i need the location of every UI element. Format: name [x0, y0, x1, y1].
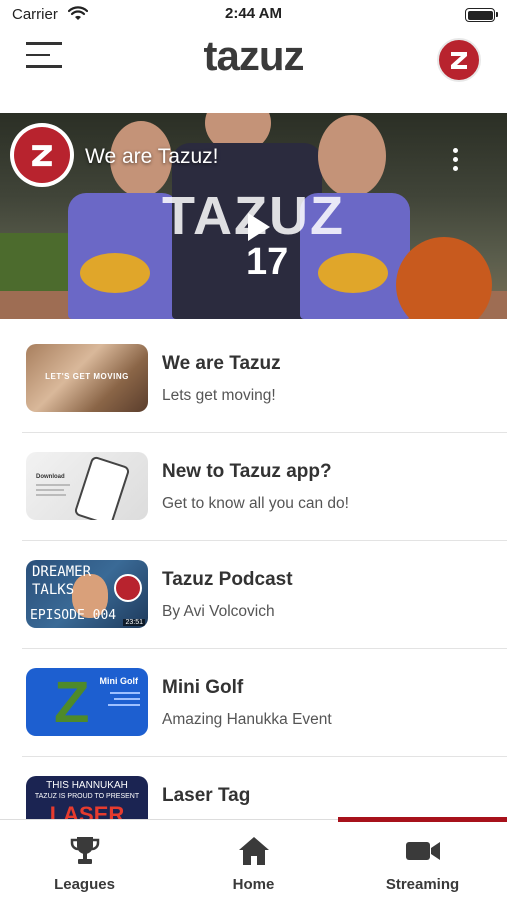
status-bar: Carrier 2:44 AM [0, 0, 507, 30]
list-item-subtitle: Lets get moving! [162, 387, 276, 404]
video-thumbnail: LET'S GET MOVING [26, 344, 148, 412]
play-icon[interactable] [234, 205, 278, 249]
tab-label: Home [232, 876, 275, 893]
tab-label: Streaming [385, 876, 460, 893]
list-item-title: Tazuz Podcast [162, 569, 293, 590]
list-item[interactable]: Download New to Tazuz app? Get to know a… [22, 433, 507, 541]
list-item-title: New to Tazuz app? [162, 461, 332, 482]
tab-home[interactable]: Home [169, 820, 338, 900]
app-logo: tazuz [203, 32, 305, 79]
bottom-tab-bar: Leagues Home Streaming [0, 817, 507, 900]
featured-video-player[interactable]: 17 TAZUZ We are Tazuz! [0, 113, 507, 319]
video-list: LET'S GET MOVING We are Tazuz Lets get m… [22, 325, 507, 819]
list-item[interactable]: LET'S GET MOVING We are Tazuz Lets get m… [22, 325, 507, 433]
profile-avatar-button[interactable] [437, 38, 481, 82]
list-item[interactable]: THIS HANNUKAH TAZUZ IS PROUD TO PRESENT … [22, 757, 507, 819]
list-item-title: We are Tazuz [162, 353, 281, 374]
list-item-subtitle: Amazing Hanukka Event [162, 711, 332, 728]
channel-avatar[interactable] [10, 123, 74, 187]
list-item-subtitle: Get to know all you can do! [162, 495, 349, 512]
list-item-title: Mini Golf [162, 677, 244, 698]
video-camera-icon [405, 842, 440, 860]
list-item[interactable]: Z Mini Golf Mini Golf Amazing Hanukka Ev… [22, 649, 507, 757]
video-thumbnail: THIS HANNUKAH TAZUZ IS PROUD TO PRESENT … [26, 776, 148, 819]
trophy-icon [70, 837, 99, 864]
tazuz-z-icon [32, 145, 52, 167]
video-thumbnail: DREAMER TALKS EPISODE 004 23:51 [26, 560, 148, 628]
tazuz-z-icon [451, 52, 467, 69]
home-icon [238, 837, 269, 865]
tab-leagues[interactable]: Leagues [0, 820, 169, 900]
video-thumbnail: Z Mini Golf [26, 668, 148, 736]
video-title: We are Tazuz! [85, 145, 219, 168]
list-item-subtitle: By Avi Volcovich [162, 603, 275, 620]
tab-label: Leagues [54, 876, 115, 893]
list-item-title: Laser Tag [162, 785, 251, 806]
clock: 2:44 AM [225, 5, 282, 22]
video-thumbnail: Download [26, 452, 148, 520]
list-item[interactable]: DREAMER TALKS EPISODE 004 23:51 Tazuz Po… [22, 541, 507, 649]
tab-streaming[interactable]: Streaming [338, 820, 507, 900]
more-options-icon[interactable] [453, 148, 459, 175]
app-header: tazuz [0, 30, 507, 112]
battery-icon [465, 8, 498, 22]
